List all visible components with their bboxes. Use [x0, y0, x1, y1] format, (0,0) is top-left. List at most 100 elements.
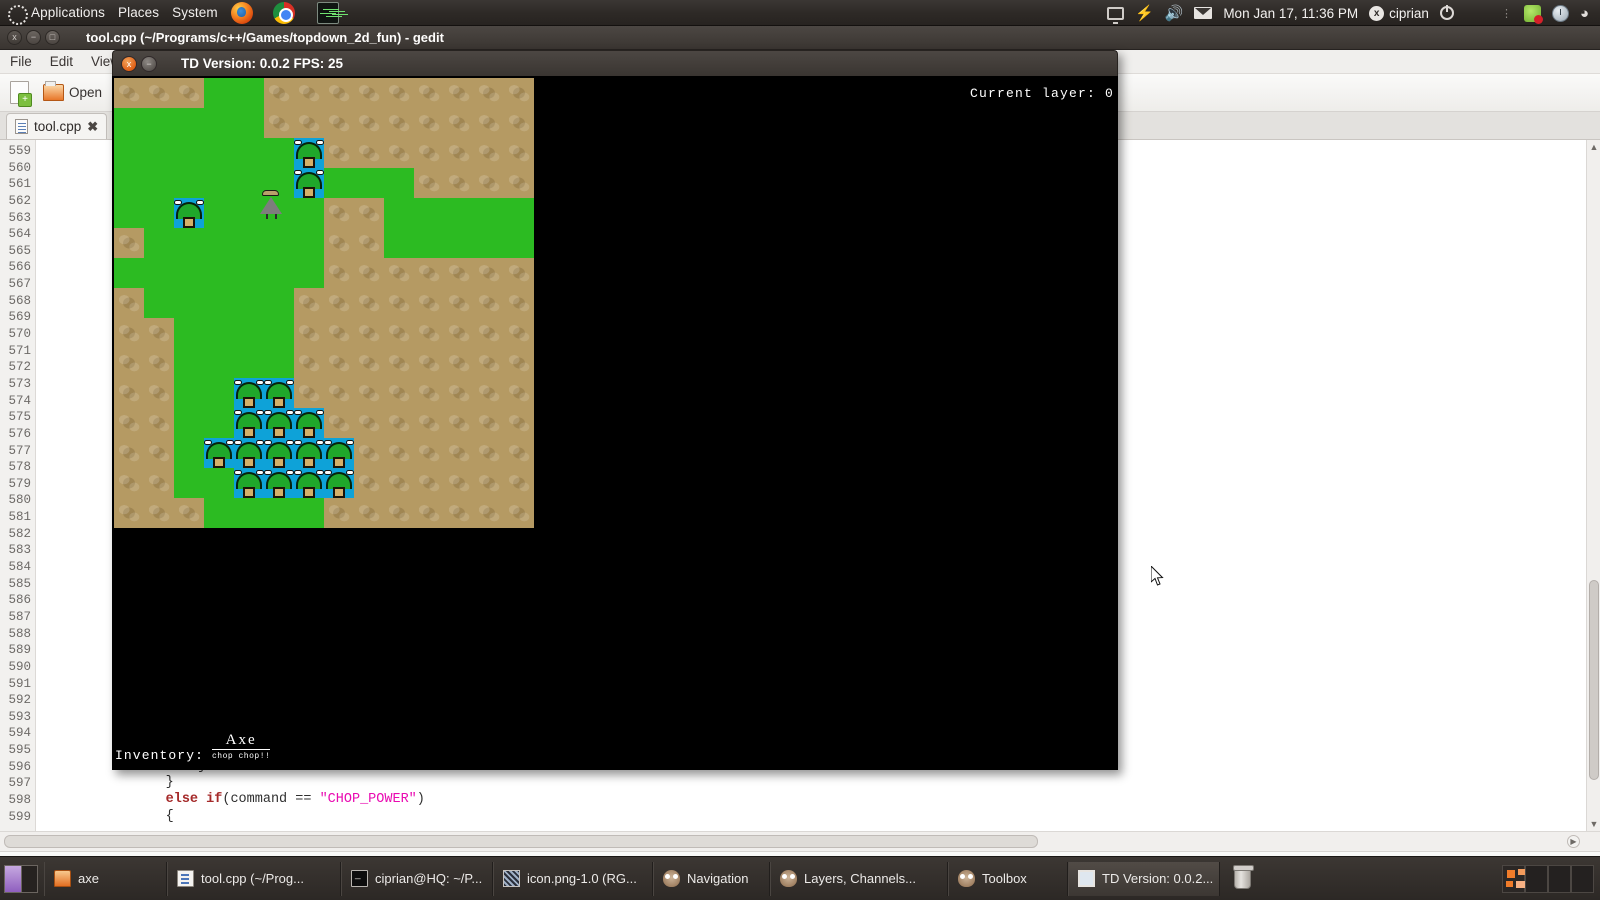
grass-tile[interactable] — [174, 438, 204, 468]
dirt-tile[interactable] — [504, 408, 534, 438]
tree-sprite[interactable] — [324, 468, 354, 498]
grass-tile[interactable] — [204, 288, 234, 318]
dirt-tile[interactable] — [324, 78, 354, 108]
tree-sprite[interactable] — [264, 468, 294, 498]
dirt-tile[interactable] — [324, 378, 354, 408]
dirt-tile[interactable] — [474, 498, 504, 528]
grass-tile[interactable] — [444, 228, 474, 258]
clock-datetime[interactable]: Mon Jan 17, 11:36 PM — [1223, 6, 1358, 21]
horizontal-scroll-thumb[interactable] — [4, 835, 1038, 848]
editor-horizontal-scrollbar[interactable]: ▶ — [0, 831, 1600, 851]
grass-tile[interactable] — [234, 138, 264, 168]
dirt-tile[interactable] — [474, 318, 504, 348]
taskbar-item[interactable]: Navigation — [653, 861, 770, 896]
workspace-4[interactable] — [1571, 864, 1594, 893]
grass-tile[interactable] — [474, 228, 504, 258]
workspace-1[interactable] — [1502, 864, 1525, 893]
grass-tile[interactable] — [204, 228, 234, 258]
scroll-down-icon[interactable]: ▼ — [1587, 817, 1600, 831]
grass-tile[interactable] — [144, 228, 174, 258]
tree-sprite[interactable] — [294, 408, 324, 438]
dirt-tile[interactable] — [354, 498, 384, 528]
grass-tile[interactable] — [174, 408, 204, 438]
grass-tile[interactable] — [504, 228, 534, 258]
grass-tile[interactable] — [294, 258, 324, 288]
grass-tile[interactable] — [264, 258, 294, 288]
grass-tile[interactable] — [234, 348, 264, 378]
gedit-maximize-button[interactable]: □ — [45, 30, 60, 45]
dirt-tile[interactable] — [354, 78, 384, 108]
grass-tile[interactable] — [264, 498, 294, 528]
volume-icon[interactable]: 🔊 — [1165, 4, 1184, 22]
grass-tile[interactable] — [204, 378, 234, 408]
dirt-tile[interactable] — [144, 78, 174, 108]
new-document-button[interactable] — [10, 81, 32, 107]
dirt-tile[interactable] — [504, 378, 534, 408]
tray-handle-icon[interactable]: ⋮ — [1501, 7, 1513, 20]
grass-tile[interactable] — [204, 468, 234, 498]
grass-tile[interactable] — [174, 348, 204, 378]
tab-close-icon[interactable]: ✖ — [87, 119, 98, 135]
grass-tile[interactable] — [444, 198, 474, 228]
dirt-tile[interactable] — [354, 288, 384, 318]
dirt-tile[interactable] — [414, 408, 444, 438]
dirt-tile[interactable] — [324, 498, 354, 528]
scroll-up-icon[interactable]: ▲ — [1587, 140, 1600, 154]
menu-file[interactable]: File — [10, 54, 32, 69]
grass-tile[interactable] — [354, 168, 384, 198]
dirt-tile[interactable] — [354, 138, 384, 168]
tree-sprite[interactable] — [294, 138, 324, 168]
grass-tile[interactable] — [414, 198, 444, 228]
dirt-tile[interactable] — [444, 468, 474, 498]
dirt-tile[interactable] — [144, 318, 174, 348]
grass-tile[interactable] — [234, 108, 264, 138]
grass-tile[interactable] — [114, 258, 144, 288]
gedit-minimize-button[interactable]: − — [26, 30, 41, 45]
dirt-tile[interactable] — [414, 468, 444, 498]
dirt-tile[interactable] — [414, 108, 444, 138]
tree-sprite[interactable] — [294, 438, 324, 468]
dirt-tile[interactable] — [324, 228, 354, 258]
dirt-tile[interactable] — [324, 198, 354, 228]
dirt-tile[interactable] — [414, 438, 444, 468]
dirt-tile[interactable] — [354, 318, 384, 348]
dirt-tile[interactable] — [474, 108, 504, 138]
grass-tile[interactable] — [204, 348, 234, 378]
dirt-tile[interactable] — [384, 318, 414, 348]
dirt-tile[interactable] — [294, 78, 324, 108]
game-minimize-button[interactable]: − — [141, 55, 157, 72]
workspace-3[interactable] — [1548, 864, 1571, 893]
dirt-tile[interactable] — [474, 258, 504, 288]
dirt-tile[interactable] — [444, 438, 474, 468]
grass-tile[interactable] — [384, 198, 414, 228]
dirt-tile[interactable] — [474, 378, 504, 408]
tree-sprite[interactable] — [294, 468, 324, 498]
dirt-tile[interactable] — [474, 288, 504, 318]
grass-tile[interactable] — [114, 168, 144, 198]
grass-tile[interactable] — [174, 378, 204, 408]
dirt-tile[interactable] — [504, 138, 534, 168]
grass-tile[interactable] — [204, 78, 234, 108]
dirt-tile[interactable] — [414, 378, 444, 408]
grass-tile[interactable] — [144, 198, 174, 228]
dirt-tile[interactable] — [474, 78, 504, 108]
taskbar-item[interactable]: axe — [44, 861, 167, 896]
dirt-tile[interactable] — [324, 348, 354, 378]
scroll-right-icon[interactable]: ▶ — [1567, 835, 1580, 848]
tree-sprite[interactable] — [324, 438, 354, 468]
dirt-tile[interactable] — [384, 348, 414, 378]
panel-menu-applications[interactable]: Applications — [31, 5, 105, 20]
dirt-tile[interactable] — [324, 288, 354, 318]
taskbar-item[interactable]: icon.png-1.0 (RG... — [493, 861, 653, 896]
grass-tile[interactable] — [294, 228, 324, 258]
firefox-icon[interactable] — [230, 1, 253, 24]
dirt-tile[interactable] — [384, 288, 414, 318]
grass-tile[interactable] — [204, 318, 234, 348]
grass-tile[interactable] — [204, 258, 234, 288]
grass-tile[interactable] — [204, 168, 234, 198]
dirt-tile[interactable] — [354, 108, 384, 138]
grass-tile[interactable] — [234, 288, 264, 318]
grass-tile[interactable] — [114, 198, 144, 228]
dirt-tile[interactable] — [294, 108, 324, 138]
tree-sprite[interactable] — [174, 198, 204, 228]
